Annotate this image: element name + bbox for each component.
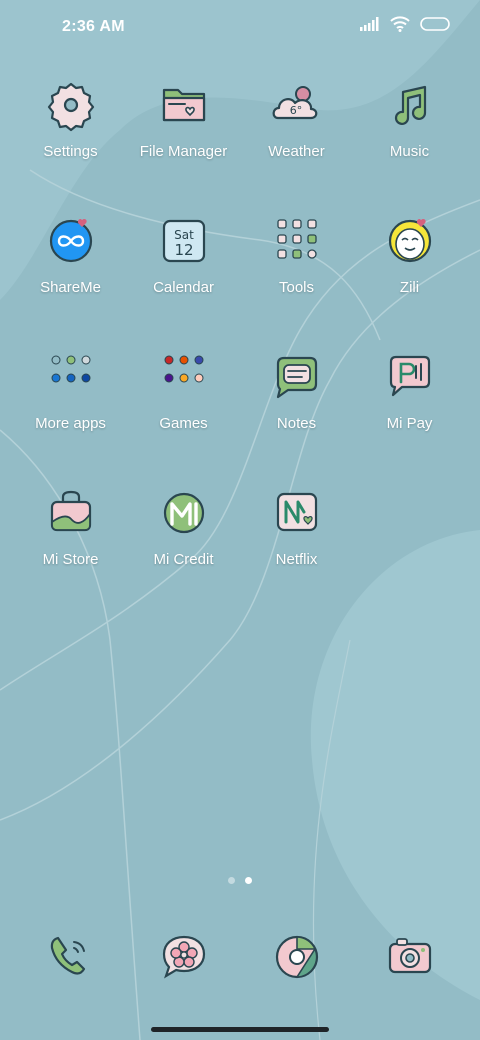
- app-label: Notes: [276, 415, 317, 432]
- home-indicator[interactable]: [151, 1027, 329, 1032]
- page-dot-active[interactable]: [245, 877, 252, 884]
- app-label: Calendar: [153, 279, 214, 296]
- gear-icon: [47, 82, 94, 132]
- games-folder-icon: [164, 355, 203, 383]
- app-label: Mi Store: [42, 551, 99, 568]
- app-mi-pay[interactable]: Mi Pay: [353, 350, 466, 460]
- app-mi-credit[interactable]: Mi Credit: [127, 486, 240, 596]
- app-calendar[interactable]: Sat 12 Calendar: [127, 214, 240, 324]
- phone-icon: [50, 936, 85, 975]
- app-file-manager[interactable]: File Manager: [127, 78, 240, 188]
- dock-phone[interactable]: [14, 930, 127, 984]
- app-label: Settings: [43, 143, 98, 160]
- app-label: Zili: [399, 279, 420, 296]
- music-note-icon: [394, 85, 426, 125]
- notes-icon: [276, 356, 317, 399]
- app-label: Games: [159, 415, 208, 432]
- app-label: Mi Pay: [386, 415, 433, 432]
- more-apps-folder-icon: [51, 355, 90, 383]
- mi-pay-icon: [389, 355, 430, 397]
- page-indicator: [0, 877, 480, 884]
- cloud-icon: 6°: [272, 86, 317, 120]
- camera-icon: [388, 938, 431, 974]
- tools-folder-icon: [276, 219, 317, 259]
- calendar-day: Sat: [174, 228, 194, 242]
- app-label: More apps: [35, 415, 106, 432]
- calendar-date: 12: [174, 241, 193, 259]
- folder-icon: [162, 88, 205, 122]
- messages-icon: [162, 935, 205, 979]
- app-label: Weather: [268, 143, 325, 160]
- weather-temp: 6°: [289, 104, 302, 117]
- netflix-icon: [276, 492, 317, 532]
- app-label: Netflix: [275, 551, 318, 568]
- dock-browser[interactable]: [240, 930, 353, 984]
- dock-camera[interactable]: [353, 930, 466, 984]
- zili-icon: [388, 218, 431, 263]
- app-music[interactable]: Music: [353, 78, 466, 188]
- browser-icon: [275, 935, 318, 979]
- calendar-icon: Sat 12: [162, 219, 205, 263]
- wifi-icon: [390, 16, 410, 32]
- app-label: Music: [389, 143, 430, 160]
- app-settings[interactable]: Settings: [14, 78, 127, 188]
- app-label: Mi Credit: [153, 551, 214, 568]
- app-mi-store[interactable]: Mi Store: [14, 486, 127, 596]
- shareme-icon: [49, 218, 92, 263]
- dock-messages[interactable]: [127, 930, 240, 984]
- page-dot[interactable]: [228, 877, 235, 884]
- status-time: 2:36 AM: [62, 18, 125, 35]
- app-tools-folder[interactable]: Tools: [240, 214, 353, 324]
- dock: [0, 930, 480, 984]
- shopping-bag-icon: [50, 490, 91, 532]
- app-label: ShareMe: [40, 279, 101, 296]
- signal-icon: [360, 17, 379, 31]
- app-more-apps-folder[interactable]: More apps: [14, 350, 127, 460]
- app-label: File Manager: [139, 143, 228, 160]
- mi-credit-icon: [163, 492, 204, 534]
- app-label: Tools: [278, 279, 315, 296]
- app-games-folder[interactable]: Games: [127, 350, 240, 460]
- app-zili[interactable]: Zili: [353, 214, 466, 324]
- app-notes[interactable]: Notes: [240, 350, 353, 460]
- app-netflix[interactable]: Netflix: [240, 486, 353, 596]
- app-shareme[interactable]: ShareMe: [14, 214, 127, 324]
- app-weather[interactable]: 6° Weather: [240, 78, 353, 188]
- battery-icon: [420, 17, 450, 31]
- status-bar: 2:36 AM: [0, 0, 480, 56]
